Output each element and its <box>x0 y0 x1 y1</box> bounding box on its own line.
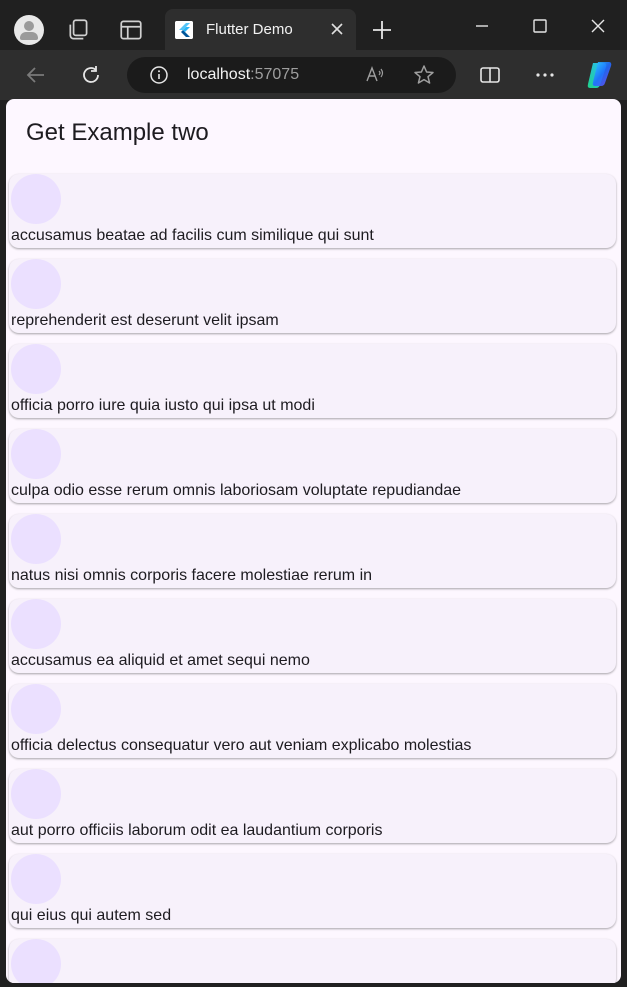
copilot-icon[interactable] <box>584 61 614 89</box>
avatar <box>11 344 61 394</box>
tab-actions-icon[interactable] <box>118 17 144 43</box>
list-item[interactable]: accusamus ea aliquid et amet sequi nemo <box>9 599 616 673</box>
list-item-text: accusamus beatae ad facilis cum similiqu… <box>11 227 374 244</box>
browser-toolbar: localhost:57075 <box>0 50 627 100</box>
flutter-app-page: Get Example two accusamus beatae ad faci… <box>6 99 621 983</box>
list-item[interactable]: qui eius qui autem sed <box>9 854 616 928</box>
list-item-text: culpa odio esse rerum omnis laboriosam v… <box>11 482 462 499</box>
list-item[interactable] <box>9 939 616 983</box>
avatar <box>11 769 61 819</box>
flutter-icon <box>175 21 193 39</box>
read-aloud-icon[interactable] <box>365 65 385 85</box>
list-item[interactable]: accusamus beatae ad facilis cum similiqu… <box>9 174 616 248</box>
new-tab-icon[interactable] <box>371 19 393 41</box>
page-title: Get Example two <box>26 119 209 146</box>
avatar <box>11 939 61 983</box>
browser-title-bar: Flutter Demo <box>0 0 627 50</box>
list-item[interactable]: natus nisi omnis corporis facere molesti… <box>9 514 616 588</box>
list-item[interactable]: culpa odio esse rerum omnis laboriosam v… <box>9 429 616 503</box>
avatar <box>11 514 61 564</box>
maximize-icon[interactable] <box>528 14 552 38</box>
profile-avatar-icon[interactable] <box>14 15 44 45</box>
site-info-icon[interactable] <box>149 65 169 85</box>
list-item[interactable]: officia delectus consequatur vero aut ve… <box>9 684 616 758</box>
avatar <box>11 259 61 309</box>
item-list[interactable]: accusamus beatae ad facilis cum similiqu… <box>9 174 616 983</box>
list-item-text: accusamus ea aliquid et amet sequi nemo <box>11 652 310 669</box>
list-item-text: officia porro iure quia iusto qui ipsa u… <box>11 397 315 414</box>
list-item-text: natus nisi omnis corporis facere molesti… <box>11 567 373 584</box>
split-screen-icon[interactable] <box>478 63 502 87</box>
url-host: localhost <box>187 66 251 83</box>
avatar <box>11 599 61 649</box>
close-window-icon[interactable] <box>586 14 610 38</box>
list-item[interactable]: aut porro officiis laborum odit ea lauda… <box>9 769 616 843</box>
browser-tab[interactable]: Flutter Demo <box>165 9 356 50</box>
avatar <box>11 854 61 904</box>
refresh-icon[interactable] <box>79 63 103 87</box>
list-item-text: officia delectus consequatur vero aut ve… <box>11 737 472 754</box>
tab-title: Flutter Demo <box>206 21 293 38</box>
favorite-star-icon[interactable] <box>413 64 435 86</box>
back-icon[interactable] <box>24 63 48 87</box>
workspaces-icon[interactable] <box>66 17 92 43</box>
list-item-text: reprehenderit est deserunt velit ipsam <box>11 312 279 329</box>
url-text[interactable]: localhost:57075 <box>187 66 299 84</box>
avatar <box>11 429 61 479</box>
more-menu-icon[interactable] <box>533 63 557 87</box>
minimize-icon[interactable] <box>470 14 494 38</box>
list-item-text: qui eius qui autem sed <box>11 907 172 924</box>
avatar <box>11 174 61 224</box>
url-port: :57075 <box>250 66 300 83</box>
list-item-text: aut porro officiis laborum odit ea lauda… <box>11 822 383 839</box>
close-tab-icon[interactable] <box>328 20 346 38</box>
address-bar[interactable]: localhost:57075 <box>127 57 456 93</box>
avatar <box>11 684 61 734</box>
list-item[interactable]: reprehenderit est deserunt velit ipsam <box>9 259 616 333</box>
list-item[interactable]: officia porro iure quia iusto qui ipsa u… <box>9 344 616 418</box>
